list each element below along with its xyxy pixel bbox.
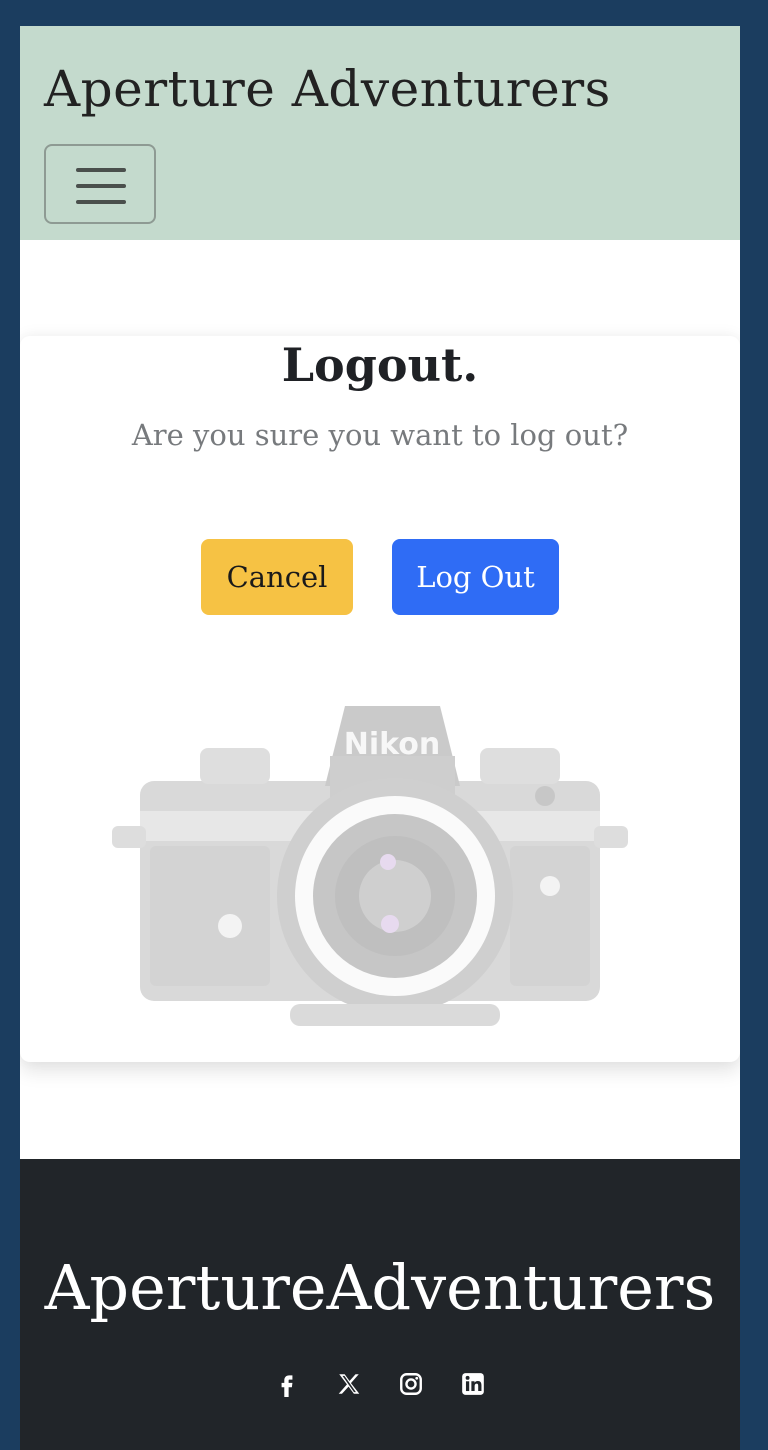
footer-brand: ApertureAdventurers: [44, 1251, 716, 1324]
camera-image: Nikon: [112, 706, 628, 1026]
linkedin-link[interactable]: [459, 1369, 487, 1399]
logout-card: Logout. Are you sure you want to log out…: [20, 336, 740, 1062]
footer: ApertureAdventurers: [20, 1159, 740, 1450]
cancel-button[interactable]: Cancel: [201, 539, 353, 615]
hamburger-menu-icon: [76, 168, 126, 204]
logout-confirm-message: Are you sure you want to log out?: [131, 418, 629, 452]
instagram-link[interactable]: [397, 1369, 425, 1399]
linkedin-icon: [462, 1373, 484, 1395]
navbar: Aperture Adventurers: [20, 26, 740, 240]
page-title: Logout.: [281, 338, 479, 392]
facebook-icon: [281, 1375, 293, 1397]
x-link[interactable]: [335, 1369, 363, 1399]
x-icon: [338, 1374, 360, 1394]
navbar-brand[interactable]: Aperture Adventurers: [44, 60, 611, 118]
menu-toggle-button[interactable]: [44, 144, 156, 224]
page-frame: Aperture Adventurers Logout. Are you sur…: [20, 26, 740, 1450]
social-links: [20, 1369, 740, 1399]
log-out-button[interactable]: Log Out: [392, 539, 559, 615]
svg-text:Nikon: Nikon: [344, 727, 441, 762]
facebook-link[interactable]: [273, 1369, 301, 1399]
instagram-icon: [400, 1373, 422, 1395]
